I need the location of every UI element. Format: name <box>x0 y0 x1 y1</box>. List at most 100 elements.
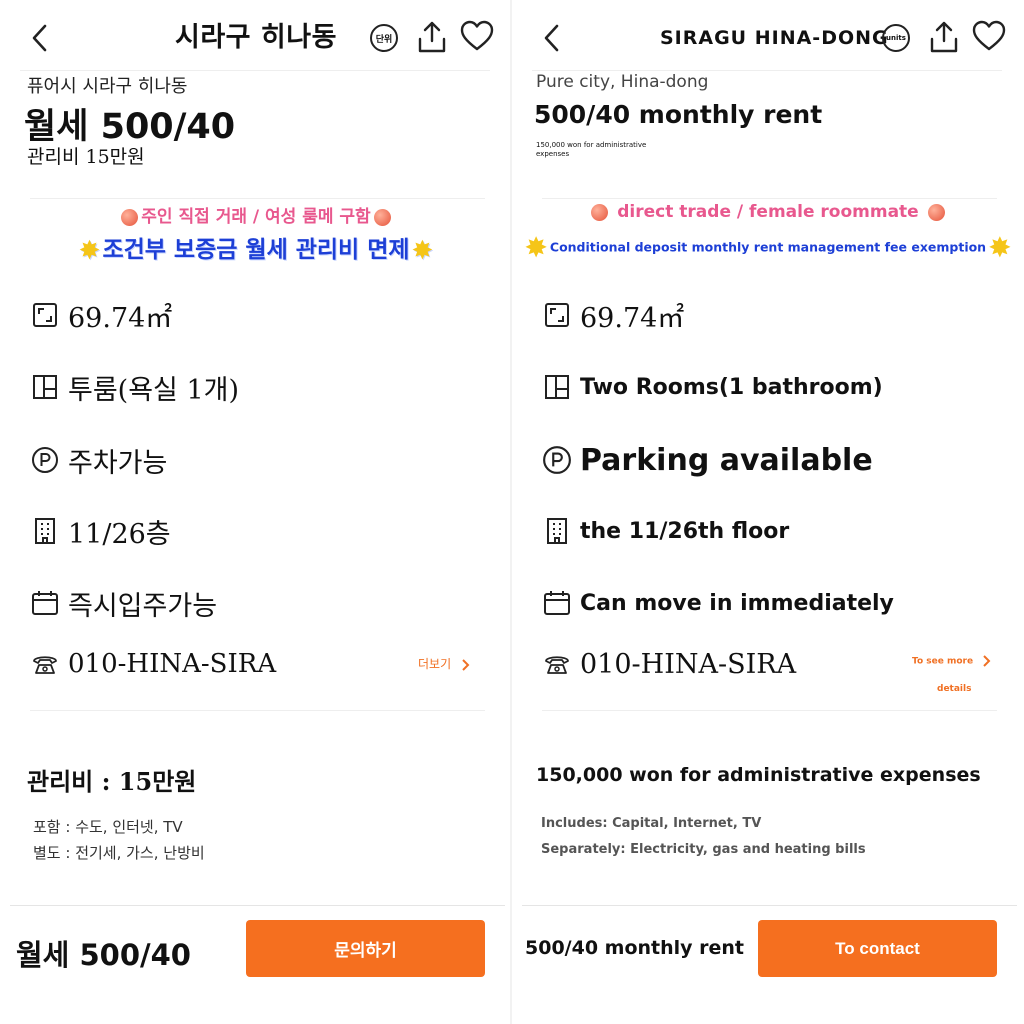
heart-icon[interactable] <box>972 20 1006 54</box>
area-value: 69.74㎡ <box>68 302 173 334</box>
promo-banner-exemption: ✸ Conditional deposit monthly rent manage… <box>512 231 1024 264</box>
star-icon: ✸ <box>524 231 548 264</box>
divider <box>10 905 505 906</box>
info-row-phone: 010-HINA-SIRA <box>542 644 796 684</box>
unit-toggle-button[interactable]: units <box>882 24 910 52</box>
price-heading: 500/40 monthly rent <box>534 100 823 129</box>
page-title: 시라구 히나동 <box>175 22 337 53</box>
info-row-floor: the 11/26th floor <box>542 511 789 551</box>
divider <box>20 70 490 71</box>
location: 퓨어시 시라구 히나동 <box>27 76 188 97</box>
contact-button[interactable]: To contact <box>758 920 997 977</box>
bottom-price: 월세 500/40 <box>16 938 191 972</box>
parking-value: 주차가능 <box>68 447 168 479</box>
fee-includes: Includes: Capital, Internet, TV <box>541 816 762 831</box>
info-row-move-in: 즉시입주가능 <box>30 583 217 623</box>
see-more-link[interactable]: To see more <box>912 655 991 667</box>
contact-button[interactable]: 문의하기 <box>246 920 485 977</box>
room-icon <box>545 375 569 399</box>
promo-banner-exemption-text: 조건부 보증금 월세 관리비 면제 <box>102 237 410 263</box>
info-row-move-in: Can move in immediately <box>542 583 894 623</box>
phone-icon <box>545 656 569 674</box>
header: 시라구 히나동 단위 <box>0 0 512 70</box>
parking-value: Parking available <box>580 442 873 478</box>
divider <box>522 905 1017 906</box>
phone-value: 010-HINA-SIRA <box>68 649 277 679</box>
divider <box>30 710 485 711</box>
rooms-value: Two Rooms(1 bathroom) <box>580 374 883 400</box>
listing-panel-korean: 시라구 히나동 단위 퓨어시 시라구 히나동 월세 500/40 관리비 15만… <box>0 0 512 1024</box>
promo-banner-trade: 주인 직접 거래 / 여성 룸메 구함 <box>0 202 512 227</box>
see-more-details-label[interactable]: details <box>937 684 971 694</box>
rooms-value: 투룸(욕실 1개) <box>68 374 240 406</box>
info-row-parking: Parking available <box>542 440 873 480</box>
heart-icon[interactable] <box>460 20 494 54</box>
area-icon <box>545 303 569 327</box>
info-row-floor: 11/26층 <box>30 511 171 551</box>
phone-icon <box>33 656 57 674</box>
building-icon <box>547 518 567 544</box>
see-more-label: 더보기 <box>418 657 452 671</box>
info-row-area: 69.74㎡ <box>30 295 172 335</box>
fee-separate: Separately: Electricity, gas and heating… <box>541 842 866 857</box>
location: Pure city, Hina-dong <box>536 72 709 92</box>
back-button[interactable] <box>20 18 60 58</box>
see-more-link[interactable]: 더보기 <box>418 655 470 672</box>
floor-value: 11/26층 <box>68 518 171 550</box>
listing-panel-english: SIRAGU HINA-DONG units Pure city, Hina-d… <box>512 0 1024 1024</box>
management-fee: 150,000 won for administrative expenses <box>536 141 647 158</box>
room-icon <box>33 375 57 399</box>
promo-banner-trade-text: 주인 직접 거래 / 여성 룸메 구함 <box>141 207 371 227</box>
star-icon: ✸ <box>411 235 434 266</box>
area-icon <box>33 303 57 327</box>
area-value: 69.74㎡ <box>580 302 685 334</box>
fee-includes: 포함 : 수도, 인터넷, TV <box>33 818 183 836</box>
divider <box>542 710 997 711</box>
promo-banner-trade: direct trade / female roommate <box>512 202 1024 222</box>
promo-banner-exemption-text: Conditional deposit monthly rent managem… <box>549 239 987 255</box>
calendar-icon <box>544 591 570 615</box>
back-icon <box>544 24 559 52</box>
peach-icon <box>373 208 391 226</box>
peach-icon <box>591 203 609 221</box>
page-title: SIRAGU HINA-DONG <box>660 27 889 49</box>
promo-banner-trade-text: direct trade / female roommate <box>617 202 919 222</box>
peach-icon <box>927 203 945 221</box>
promo-banner-exemption: ✸조건부 보증금 월세 관리비 면제✸ <box>0 230 512 264</box>
fee-title: 150,000 won for administrative expenses <box>536 764 981 786</box>
calendar-icon <box>32 591 58 615</box>
fee-separate: 별도 : 전기세, 가스, 난방비 <box>33 844 205 862</box>
info-row-rooms: 투룸(욕실 1개) <box>30 367 239 407</box>
parking-icon <box>543 446 571 474</box>
info-row-phone: 010-HINA-SIRA <box>30 644 276 684</box>
star-icon: ✸ <box>78 235 101 266</box>
bottom-price: 500/40 monthly rent <box>525 937 745 959</box>
see-more-label: To see more <box>912 656 974 667</box>
info-row-rooms: Two Rooms(1 bathroom) <box>542 367 883 407</box>
building-icon <box>35 518 55 544</box>
phone-value: 010-HINA-SIRA <box>580 648 797 680</box>
unit-icon: 단위 <box>375 34 393 45</box>
management-fee: 관리비 15만원 <box>27 146 145 168</box>
divider <box>532 70 1002 71</box>
divider <box>542 198 997 199</box>
share-icon[interactable] <box>416 20 448 54</box>
move-in-value: Can move in immediately <box>580 590 894 616</box>
peach-icon <box>121 208 139 226</box>
parking-icon <box>32 447 58 473</box>
info-row-area: 69.74㎡ <box>542 295 684 335</box>
unit-toggle-button[interactable]: 단위 <box>370 24 398 52</box>
back-icon <box>32 24 47 52</box>
divider <box>30 198 485 199</box>
unit-icon: units <box>886 34 906 42</box>
header: SIRAGU HINA-DONG units <box>512 0 1024 70</box>
floor-value: the 11/26th floor <box>580 518 790 544</box>
info-row-parking: 주차가능 <box>30 440 167 480</box>
chevron-right-icon <box>462 658 470 671</box>
back-button[interactable] <box>532 18 572 58</box>
chevron-right-icon <box>983 655 991 667</box>
star-icon: ✸ <box>988 231 1012 264</box>
fee-title: 관리비 : 15만원 <box>27 767 197 796</box>
move-in-value: 즉시입주가능 <box>68 590 218 622</box>
share-icon[interactable] <box>928 20 960 54</box>
